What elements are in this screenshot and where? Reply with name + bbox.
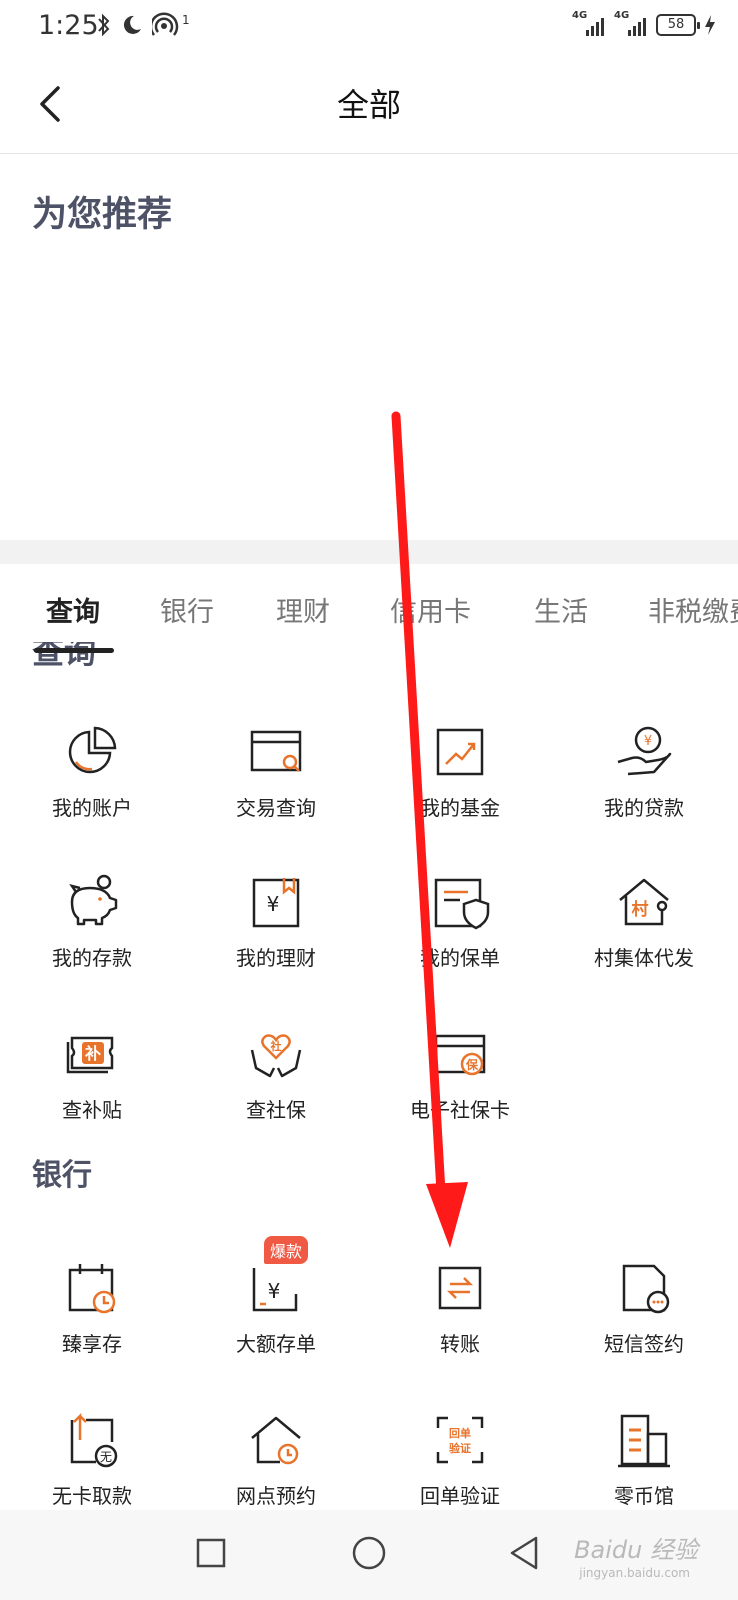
battery-level: 58	[667, 17, 685, 32]
grid-item-label: 查社保	[246, 1098, 306, 1122]
status-icons: 1	[96, 12, 190, 38]
grid-item-my-wealth[interactable]: ¥ 我的理财	[184, 872, 368, 1002]
svg-text:¥: ¥	[267, 892, 280, 916]
grid-item-zhenxiang-deposit[interactable]: 臻享存	[0, 1258, 184, 1388]
grid-item-my-fund[interactable]: 我的基金	[368, 722, 552, 852]
grid-item-my-policy[interactable]: 我的保单	[368, 872, 552, 1002]
section-title-peek: 查询	[32, 642, 97, 666]
bluetooth-icon	[98, 13, 110, 37]
trend-chart-icon	[436, 728, 484, 776]
watermark-url: jingyan.baidu.com	[579, 1566, 690, 1580]
grid-item-label: 我的贷款	[604, 796, 684, 820]
transfer-icon	[438, 1266, 482, 1310]
signal-icon: 4G	[572, 10, 606, 38]
social-security-card-icon: 保	[434, 1034, 486, 1076]
policy-shield-icon	[434, 878, 490, 930]
grid-item-my-account[interactable]: 我的账户	[0, 722, 184, 852]
grid-item-village-payroll[interactable]: 村 村集体代发	[552, 872, 736, 1002]
svg-text:回单: 回单	[449, 1426, 471, 1440]
grid-item-transfer[interactable]: 转账	[368, 1258, 552, 1388]
svg-text:验证: 验证	[449, 1441, 471, 1455]
svg-text:村: 村	[632, 899, 649, 920]
tab-life[interactable]: 生活	[534, 590, 588, 629]
grid-item-transaction-query[interactable]: 交易查询	[184, 722, 368, 852]
grid-item-label: 交易查询	[236, 796, 316, 820]
recommend-title: 为您推荐	[32, 195, 173, 235]
grid-item-electronic-social-security-card[interactable]: 保 电子社保卡	[368, 1024, 552, 1154]
watermark-logo: Baidu 经验	[574, 1536, 698, 1564]
grid-item-label: 短信签约	[604, 1332, 684, 1356]
receipt-verify-icon: 回单 验证	[436, 1416, 484, 1464]
status-time: 1:25	[38, 10, 99, 41]
grid-item-label: 我的基金	[420, 796, 500, 820]
grid-item-label: 无卡取款	[52, 1484, 132, 1508]
notification-count: 1	[182, 13, 190, 27]
grid-item-label: 我的理财	[236, 946, 316, 970]
tab-credit-card[interactable]: 信用卡	[390, 590, 471, 629]
home-button[interactable]	[344, 1528, 394, 1578]
tab-indicator	[34, 648, 114, 653]
tab-non-tax-payment[interactable]: 非税缴费	[648, 590, 738, 629]
grid-item-label: 我的存款	[52, 946, 132, 970]
grid-item-label: 我的保单	[420, 946, 500, 970]
pie-chart-icon	[68, 726, 117, 774]
svg-text:¥: ¥	[268, 1279, 281, 1303]
cardless-withdraw-icon: 无	[70, 1412, 118, 1468]
battery-icon: 58	[656, 14, 700, 36]
grid-item-my-loan[interactable]: ¥ 我的贷款	[552, 722, 736, 852]
tab-query[interactable]: 查询	[46, 590, 100, 629]
piggy-bank-icon	[69, 874, 118, 926]
grid-item-label: 网点预约	[236, 1484, 316, 1508]
status-bar: 1:25 1 4G 4G 58	[0, 0, 738, 54]
hotspot-icon	[152, 12, 179, 36]
back-nav-button[interactable]	[500, 1528, 550, 1578]
subsidy-ticket-icon: 补	[66, 1036, 114, 1074]
grid-item-label: 村集体代发	[594, 946, 694, 970]
branch-appointment-icon	[251, 1416, 301, 1465]
svg-text:补: 补	[84, 1044, 101, 1063]
tab-bank[interactable]: 银行	[160, 590, 214, 629]
svg-text:保: 保	[465, 1057, 479, 1072]
grid-item-check-social-security[interactable]: 社 查社保	[184, 1024, 368, 1154]
card-search-icon	[250, 730, 302, 772]
grid-item-label: 零币馆	[614, 1484, 674, 1508]
deposit-certificate-icon: ¥	[252, 1268, 298, 1312]
grid-item-label: 我的账户	[52, 796, 132, 820]
tab-wealth[interactable]: 理财	[276, 590, 330, 629]
social-security-hands-icon: 社	[250, 1034, 302, 1078]
grid-item-label: 大额存单	[236, 1332, 316, 1356]
moon-icon	[123, 15, 141, 34]
grid-item-label: 查补贴	[62, 1098, 122, 1122]
coin-building-icon	[618, 1414, 670, 1468]
section-divider	[0, 540, 738, 564]
sms-document-icon	[622, 1264, 670, 1314]
recent-apps-button[interactable]	[186, 1528, 236, 1578]
svg-text:¥: ¥	[644, 734, 652, 749]
grid-item-label: 电子社保卡	[410, 1098, 510, 1122]
village-house-icon: 村	[619, 878, 669, 926]
grid-item-my-deposit[interactable]: 我的存款	[0, 872, 184, 1002]
calendar-clock-icon	[68, 1264, 116, 1314]
svg-text:无: 无	[100, 1450, 112, 1464]
grid-item-label: 臻享存	[62, 1332, 122, 1356]
page-title: 全部	[336, 86, 401, 124]
yuan-bookmark-icon: ¥	[252, 878, 300, 928]
svg-text:社: 社	[270, 1039, 282, 1053]
signal-icon: 4G	[614, 10, 648, 38]
hot-badge: 爆款	[264, 1236, 309, 1264]
header: 全部	[0, 54, 738, 154]
grid-item-sms-signing[interactable]: 短信签约	[552, 1258, 736, 1388]
category-tabs: 查询 银行 理财 信用卡 生活 非税缴费	[0, 584, 738, 644]
hand-coin-icon: ¥	[617, 726, 672, 776]
grid-item-check-subsidy[interactable]: 补 查补贴	[0, 1024, 184, 1154]
grid-item-large-deposit-certificate[interactable]: ¥ 爆款 大额存单	[184, 1236, 368, 1388]
grid-item-label: 回单验证	[420, 1484, 500, 1508]
section-title-bank: 银行	[32, 1158, 92, 1193]
charging-icon	[705, 15, 715, 35]
grid-item-label: 转账	[440, 1332, 480, 1356]
